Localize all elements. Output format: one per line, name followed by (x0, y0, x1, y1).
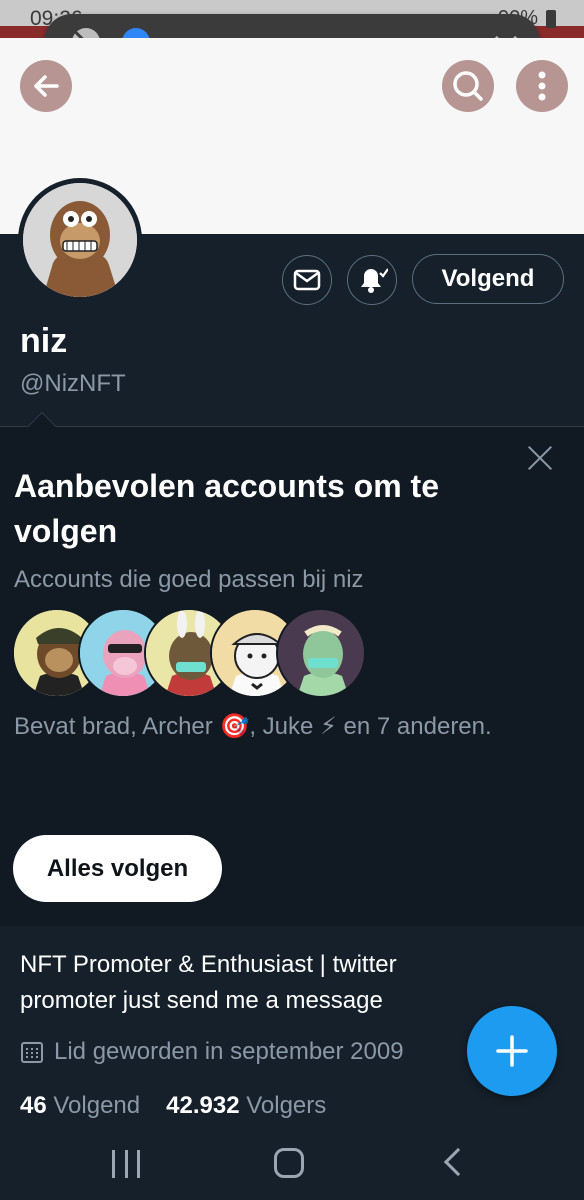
battery-icon (546, 9, 556, 28)
calendar-icon (21, 1042, 43, 1063)
ape-avatar-image (278, 610, 364, 696)
recommended-description: Bevat brad, Archer 🎯, Juke ⚡ en 7 andere… (14, 713, 492, 740)
screen: 09:26 90% (0, 0, 584, 1200)
recommended-title: Aanbevolen accounts om te volgen (14, 468, 439, 549)
ape-avatar-image (23, 183, 137, 297)
following-button[interactable]: Volgend (412, 254, 564, 304)
back-nav-icon[interactable] (443, 1147, 473, 1177)
following-count: 46 (20, 1092, 47, 1119)
system-nav-bar (0, 1130, 584, 1200)
avatar-image (23, 183, 137, 297)
profile-avatar[interactable] (18, 178, 142, 302)
joined-label: Lid geworden in september 2009 (54, 1038, 404, 1065)
follow-stats: 46 Volgend 42.932 Volgers (20, 1092, 326, 1120)
bell-check-icon (361, 268, 388, 293)
recents-icon[interactable] (112, 1150, 140, 1178)
following-label: Volgend (53, 1092, 141, 1119)
home-icon[interactable] (274, 1148, 304, 1178)
follow-all-button[interactable]: Alles volgen (13, 835, 222, 902)
notifications-button[interactable] (347, 255, 397, 305)
recommended-avatars[interactable] (12, 608, 372, 700)
plus-icon (496, 1035, 528, 1067)
more-options-button[interactable] (516, 60, 568, 112)
back-button[interactable] (20, 60, 72, 112)
joined-date: Lid geworden in september 2009 (20, 1038, 404, 1066)
following-stat[interactable]: 46 Volgend (20, 1092, 140, 1120)
profile-bio: NFT Promoter & Enthusiast | twitter prom… (20, 951, 397, 1014)
followers-label: Volgers (246, 1092, 327, 1119)
search-icon (453, 71, 483, 101)
recommended-subtitle: Accounts die goed passen bij niz (14, 566, 364, 593)
message-button[interactable] (282, 255, 332, 305)
arrow-left-icon (34, 75, 59, 97)
compose-tweet-button[interactable] (467, 1006, 557, 1096)
search-button[interactable] (442, 60, 494, 112)
more-vertical-icon (538, 71, 546, 101)
followers-count: 42.932 (166, 1092, 240, 1119)
envelope-icon (293, 269, 321, 291)
followers-stat[interactable]: 42.932 Volgers (166, 1092, 326, 1120)
user-handle: @NizNFT (20, 370, 126, 397)
display-name: niz (20, 322, 68, 360)
recommended-avatar[interactable] (276, 608, 366, 698)
